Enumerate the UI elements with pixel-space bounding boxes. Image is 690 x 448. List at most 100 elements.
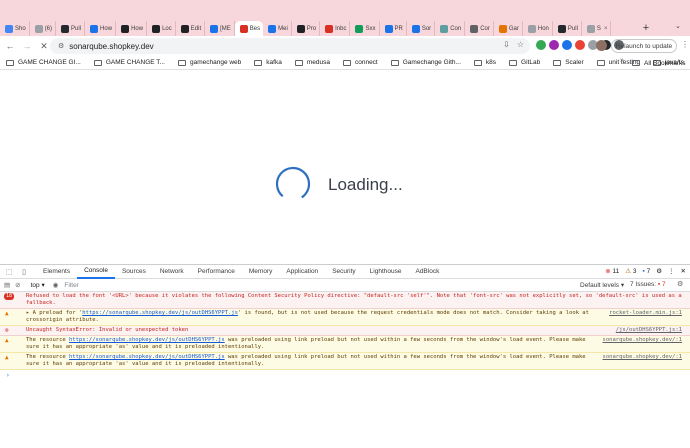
console-message[interactable]: ▲ The resource https://sonarqube.shopkey.… [0, 353, 690, 370]
address-bar[interactable]: ⚙ sonarqube.shopkey.dev ⇩ ☆ [50, 38, 530, 54]
bookmark-folder[interactable]: gamechange web [177, 59, 242, 66]
browser-tab[interactable]: Loc [147, 21, 176, 36]
devtools-tab[interactable]: Application [279, 265, 325, 279]
browser-tab[interactable]: How [116, 21, 148, 36]
devtools-tab[interactable]: Performance [191, 265, 242, 279]
devtools-tab[interactable]: Memory [242, 265, 279, 279]
device-toolbar-icon[interactable]: ▯ [18, 266, 30, 278]
browser-tab[interactable]: Cor [465, 21, 494, 36]
clear-console-icon[interactable]: ⊘ [15, 281, 20, 289]
browser-tab[interactable]: (6) [30, 21, 57, 36]
new-tab-button[interactable]: + [640, 21, 652, 35]
console-prompt[interactable]: › [0, 370, 690, 381]
devtools-tab[interactable]: Security [325, 265, 362, 279]
devtools-tab[interactable]: Network [153, 265, 191, 279]
all-bookmarks-button[interactable]: All Bookmarks [632, 56, 686, 70]
browser-tab[interactable]: How [85, 21, 117, 36]
bookmark-folder[interactable]: GAME CHANGE GI... [6, 59, 81, 66]
bookmark-folder[interactable]: medusa [294, 59, 330, 66]
browser-tab[interactable]: Sxx [350, 21, 380, 36]
devtools-tab[interactable]: AdBlock [408, 265, 446, 279]
app-icon [527, 24, 536, 33]
context-select[interactable]: top ▾ [27, 281, 49, 289]
issues-button[interactable]: 7 Issues: ▪ 7 [630, 281, 666, 288]
resource-link[interactable]: https://sonarqube.shopkey.dev/js/outDHS6… [69, 337, 225, 343]
console-message[interactable]: ▲ ▸ A preload for 'https://sonarqube.shop… [0, 309, 690, 326]
warning-count[interactable]: ⚠ 3 [625, 267, 636, 275]
devtools-tab[interactable]: Console [77, 265, 115, 279]
bookmark-folder[interactable]: GAME CHANGE T... [93, 59, 165, 66]
bookmark-folder[interactable]: connect [342, 59, 378, 66]
more-options-icon[interactable]: ⋮ [668, 267, 675, 275]
folder-icon [473, 59, 482, 66]
resource-link[interactable]: https://sonarqube.shopkey.dev/js/outDHS6… [82, 310, 238, 316]
source-link[interactable]: sonarqube.shopkey.dev/:1 [603, 354, 682, 361]
error-count[interactable]: ⊗ 11 [605, 267, 619, 275]
bookmarks-overflow-button[interactable]: » [620, 57, 624, 64]
avatar[interactable] [596, 40, 607, 51]
browser-tab[interactable]: Hon [523, 21, 553, 36]
console-message[interactable]: ⊗ Uncaught SyntaxError: Invalid or unexpe… [0, 326, 690, 336]
log-levels-dropdown[interactable]: Default levels ▾ [580, 281, 624, 289]
source-link[interactable]: rocket-loader.min.js:1 [609, 310, 682, 317]
install-icon[interactable]: ⇩ [503, 40, 510, 49]
bookmark-folder[interactable]: kafka [254, 59, 282, 66]
reload-icon[interactable]: ✕ [37, 39, 51, 53]
chevron-down-icon[interactable]: ⌄ [675, 22, 681, 30]
console-settings-icon[interactable]: ⚙ [677, 280, 683, 288]
folder-icon [390, 59, 399, 66]
browser-tab[interactable]: Sor [407, 21, 436, 36]
console-message[interactable]: ▲ The resource https://sonarqube.shopkey.… [0, 336, 690, 353]
extension-icon[interactable] [562, 40, 572, 50]
extension-icon[interactable] [575, 40, 585, 50]
devtools-tab[interactable]: Elements [36, 265, 77, 279]
bookmark-folder[interactable]: k8s [473, 59, 496, 66]
relaunch-button[interactable]: Relaunch to update [611, 39, 677, 53]
bookmark-star-icon[interactable]: ☆ [517, 40, 524, 49]
browser-tab[interactable]: Con [435, 21, 466, 36]
resource-link[interactable]: https://sonarqube.shopkey.dev/js/outDHS6… [69, 354, 225, 360]
browser-tab[interactable]: Edit [176, 21, 206, 36]
browser-tab[interactable]: S × [582, 21, 612, 36]
browser-tab[interactable]: Sho [0, 21, 30, 36]
app-icon [355, 24, 364, 33]
browser-tab[interactable]: Bes [234, 21, 264, 36]
browser-tab[interactable]: [ME [205, 21, 235, 36]
forward-icon[interactable]: → [20, 39, 34, 53]
bookmark-folder[interactable]: GitLab [509, 59, 540, 66]
console-message[interactable]: 18 Refused to load the font '<URL>' becau… [0, 292, 690, 309]
console-filter-input[interactable]: Filter [64, 282, 544, 289]
browser-tab[interactable]: Pro [292, 21, 321, 36]
issues-count[interactable]: ▪ 7 [642, 268, 650, 275]
message-text: ▸ A preload for ' [26, 310, 83, 316]
browser-tab[interactable]: Inbc [320, 21, 351, 36]
extension-icon[interactable] [536, 40, 546, 50]
inspect-element-icon[interactable]: ⬚ [3, 266, 15, 278]
site-info-icon[interactable]: ⚙ [58, 42, 64, 50]
eye-icon[interactable]: ◉ [53, 281, 59, 289]
close-icon[interactable]: × [604, 26, 608, 32]
bookmark-label: Scaler [565, 59, 584, 66]
bookmark-label: connect [354, 59, 378, 66]
browser-tab[interactable]: PR [380, 21, 407, 36]
folder-icon [342, 59, 351, 66]
settings-gear-icon[interactable]: ⚙ [656, 267, 662, 275]
url-text[interactable]: sonarqube.shopkey.dev [69, 42, 153, 51]
menu-icon[interactable]: ⋮ [681, 40, 689, 49]
devtools-tab[interactable]: Sources [115, 265, 153, 279]
bookmark-folder[interactable]: Gamechange Gith... [390, 59, 461, 66]
browser-tab[interactable]: Gar [494, 21, 523, 36]
extension-icon[interactable] [549, 40, 559, 50]
browser-tab[interactable]: Mei [263, 21, 292, 36]
bookmark-label: gamechange web [189, 59, 242, 66]
browser-tab[interactable]: Pull [553, 21, 582, 36]
source-link[interactable]: sonarqube.shopkey.dev/:1 [603, 337, 682, 344]
sidebar-toggle-icon[interactable]: ▤ [4, 281, 10, 289]
bookmark-folder[interactable]: Scaler [553, 59, 584, 66]
browser-tab[interactable]: Pull [56, 21, 86, 36]
source-link[interactable]: /js/outDHS6YPPT.js:1 [616, 327, 682, 334]
back-icon[interactable]: ← [3, 39, 17, 53]
devtools-tab[interactable]: Lighthouse [363, 265, 409, 279]
app-icon [90, 24, 99, 33]
close-icon[interactable]: ✕ [681, 267, 686, 275]
